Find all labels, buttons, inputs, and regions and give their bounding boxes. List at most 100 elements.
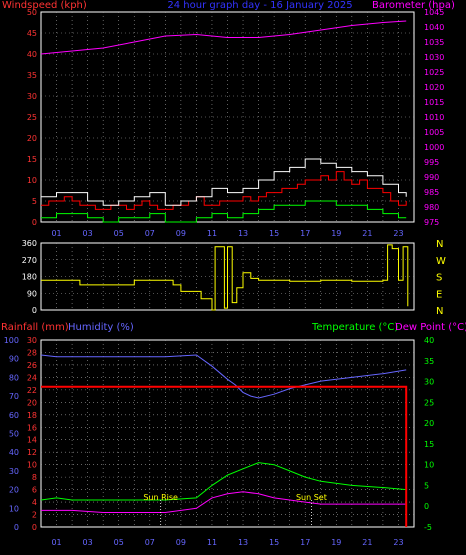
humidity-tick-label: 50 [9, 430, 19, 439]
rain-panel-tick-label: 11 [207, 538, 217, 547]
rainfall-tick-label: 24 [27, 373, 37, 382]
wind-panel-tick-label: 21 [362, 229, 372, 238]
barometer-tick-label: 980 [424, 203, 439, 212]
rainfall-tick-label: 20 [27, 398, 37, 407]
compass-tick-label: W [436, 256, 446, 267]
temperature-axis-title: Temperature (°C) [311, 322, 398, 333]
header-date-title: 24 hour graph day - 16 January 2025 [167, 0, 352, 11]
rainfall-tick-label: 26 [27, 361, 37, 370]
humidity-tick-label: 80 [9, 373, 19, 382]
rainfall-tick-label: 10 [27, 461, 37, 470]
rain-panel-tick-label: 01 [51, 538, 61, 547]
rainfall-tick-label: 30 [27, 336, 37, 345]
windspeed-tick-label: 35 [27, 71, 37, 80]
windspeed-tick-label: 45 [27, 29, 37, 38]
wind-panel-tick-label: 03 [83, 229, 93, 238]
dewpoint-axis-title: Dew Point (°C) [395, 322, 466, 333]
barometer-tick-label: 1025 [424, 68, 444, 77]
direction-degree-tick-label: 90 [27, 289, 37, 298]
humidity-tick-label: 0 [14, 523, 19, 532]
dewpoint-line [41, 491, 407, 513]
direction-degree-tick-label: 180 [22, 273, 37, 282]
direction-degree-tick-label: 0 [32, 306, 37, 315]
weather-24h-graph: Windspeed (kph) 24 hour graph day - 16 J… [1, 0, 466, 547]
wind-low-line [41, 200, 407, 223]
wind-panel-tick-label: 09 [176, 229, 186, 238]
compass-tick-label: E [436, 289, 442, 300]
rain-panel-tick-label: 07 [145, 538, 155, 547]
windspeed-tick-label: 30 [27, 92, 37, 101]
rainfall-tick-label: 14 [27, 436, 37, 445]
wind-panel-tick-label: 13 [238, 229, 248, 238]
barometer-tick-label: 1035 [424, 38, 444, 47]
windspeed-tick-label: 20 [27, 134, 37, 143]
barometer-tick-label: 1020 [424, 83, 444, 92]
direction-degree-tick-label: 360 [22, 239, 37, 248]
rainfall-tick-label: 4 [32, 498, 37, 507]
barometer-tick-label: 1015 [424, 98, 444, 107]
windspeed-tick-label: 5 [32, 197, 37, 206]
temperature-tick-label: 10 [424, 461, 434, 470]
compass-tick-label: N [436, 239, 443, 250]
windspeed-tick-label: 40 [27, 50, 37, 59]
temperature-tick-label: 20 [424, 419, 434, 428]
humidity-tick-label: 60 [9, 411, 19, 420]
windspeed-tick-label: 50 [27, 8, 37, 17]
temperature-tick-label: 40 [424, 336, 434, 345]
compass-tick-label: N [436, 306, 443, 317]
barometer-tick-label: 985 [424, 188, 439, 197]
rainfall-tick-label: 18 [27, 411, 37, 420]
windspeed-tick-label: 10 [27, 176, 37, 185]
temperature-tick-label: -5 [424, 523, 432, 532]
wind-panel-tick-label: 01 [51, 229, 61, 238]
wind-panel-tick-label: 23 [393, 229, 403, 238]
sun-marker-label: Sun Rise [143, 493, 178, 502]
wind-panel-tick-label: 11 [207, 229, 217, 238]
rain-panel-tick-label: 03 [83, 538, 93, 547]
rainfall-line [41, 385, 408, 527]
rainfall-axis-title: Rainfall (mm) [1, 322, 69, 333]
wind-panel-tick-label: 17 [300, 229, 310, 238]
rain-panel-tick-label: 21 [362, 538, 372, 547]
rainfall-tick-label: 22 [27, 386, 37, 395]
rainfall-tick-label: 6 [32, 486, 37, 495]
windspeed-tick-label: 0 [32, 218, 37, 227]
humidity-tick-label: 10 [9, 504, 19, 513]
rainfall-tick-label: 16 [27, 423, 37, 432]
temperature-tick-label: 15 [424, 440, 434, 449]
windspeed-tick-label: 25 [27, 113, 37, 122]
header-windspeed-label: Windspeed (kph) [2, 0, 87, 11]
rain-panel-tick-label: 19 [331, 538, 341, 547]
barometer-tick-label: 1030 [424, 53, 444, 62]
humidity-line [40, 354, 407, 399]
rainfall-tick-label: 8 [32, 473, 37, 482]
rain-panel-tick-label: 05 [114, 538, 124, 547]
wind-panel-tick-label: 07 [145, 229, 155, 238]
wind-panel-tick-label: 19 [331, 229, 341, 238]
temperature-tick-label: 30 [424, 378, 434, 387]
humidity-tick-label: 40 [9, 448, 19, 457]
temperature-tick-label: 5 [424, 481, 429, 490]
rain-panel-tick-label: 09 [176, 538, 186, 547]
rain-panel-tick-label: 13 [238, 538, 248, 547]
rainfall-tick-label: 0 [32, 523, 37, 532]
compass-tick-label: S [436, 273, 442, 284]
barometer-tick-label: 995 [424, 158, 439, 167]
barometer-tick-label: 1040 [424, 23, 444, 32]
humidity-axis-title: Humidity (%) [68, 322, 134, 333]
wind-direction-line [41, 244, 409, 311]
rain-panel-tick-label: 23 [393, 538, 403, 547]
rainfall-tick-label: 28 [27, 348, 37, 357]
rain-panel-tick-label: 15 [269, 538, 279, 547]
sun-marker-label: Sun Set [296, 493, 327, 502]
barometer-tick-label: 1005 [424, 128, 444, 137]
wind-panel-tick-label: 15 [269, 229, 279, 238]
humidity-tick-label: 90 [9, 355, 19, 364]
barometer-line [40, 20, 407, 55]
temperature-tick-label: 35 [424, 357, 434, 366]
humidity-tick-label: 70 [9, 392, 19, 401]
windspeed-line [41, 171, 407, 210]
barometer-tick-label: 975 [424, 218, 439, 227]
wind-panel-tick-label: 05 [114, 229, 124, 238]
barometer-tick-label: 1045 [424, 8, 444, 17]
